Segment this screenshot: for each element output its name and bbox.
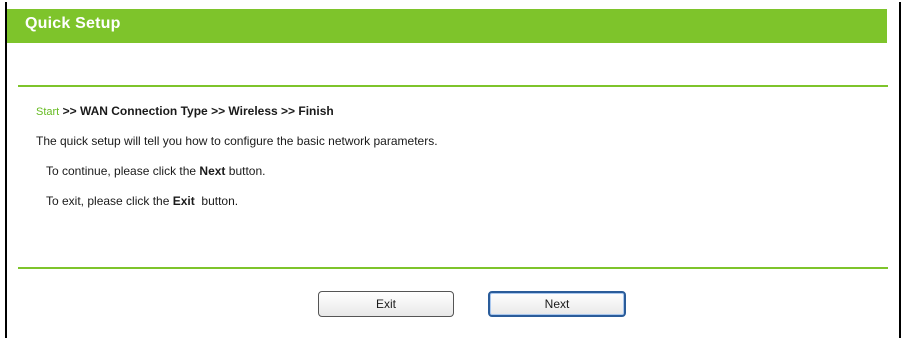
exit-button[interactable]: Exit xyxy=(318,291,454,317)
breadcrumb-separator: >> xyxy=(211,104,226,118)
exit-suffix: button. xyxy=(194,194,239,208)
title-bar: Quick Setup xyxy=(7,9,887,43)
continue-prefix: To continue, please click the xyxy=(46,164,200,178)
page-title: Quick Setup xyxy=(25,15,121,32)
exit-prefix: To exit, please click the xyxy=(46,194,173,208)
breadcrumb-step-finish: Finish xyxy=(298,104,334,118)
continue-instruction: To continue, please click the Next butto… xyxy=(46,164,265,178)
breadcrumb: Start >> WAN Connection Type >> Wireless… xyxy=(36,104,334,118)
intro-text: The quick setup will tell you how to con… xyxy=(36,134,438,148)
continue-next-keyword: Next xyxy=(199,164,226,178)
bottom-divider xyxy=(18,267,888,269)
top-divider xyxy=(18,85,888,87)
breadcrumb-step-wireless: Wireless xyxy=(228,104,278,118)
breadcrumb-separator: >> xyxy=(62,104,77,118)
next-button[interactable]: Next xyxy=(488,291,626,317)
breadcrumb-separator: >> xyxy=(281,104,296,118)
exit-instruction: To exit, please click the Exit button. xyxy=(46,194,238,208)
breadcrumb-step-wan: WAN Connection Type xyxy=(79,104,208,118)
exit-keyword: Exit xyxy=(172,194,195,208)
continue-suffix: button. xyxy=(225,164,266,178)
breadcrumb-current-step: Start xyxy=(36,106,60,118)
